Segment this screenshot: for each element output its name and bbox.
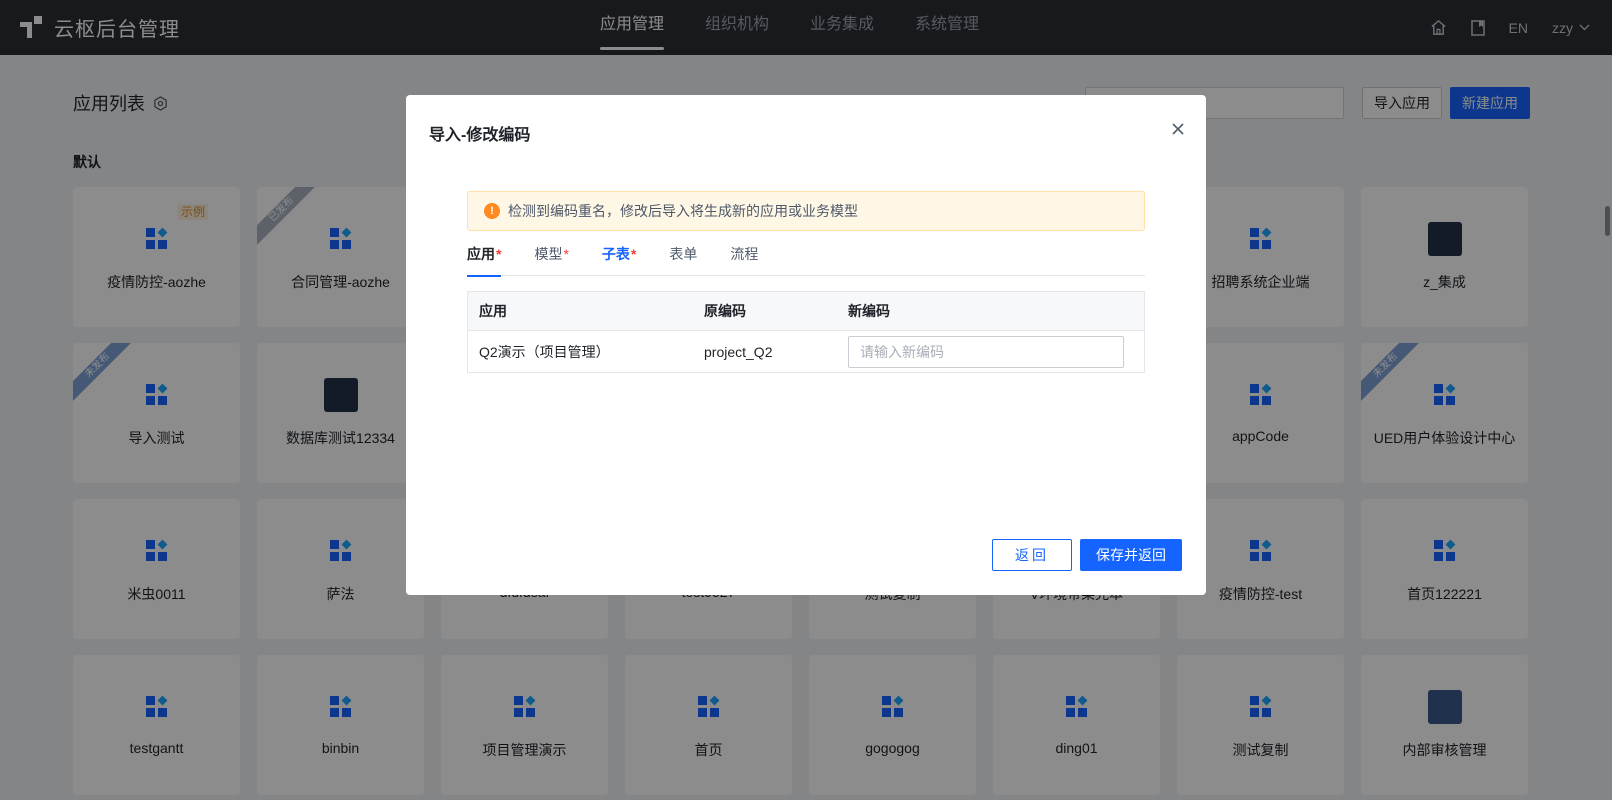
column-header-new-code: 新编码 <box>848 303 890 319</box>
dialog-title: 导入-修改编码 <box>429 127 531 144</box>
table-header: 应用 原编码 新编码 <box>468 292 1144 331</box>
tab-model[interactable]: 模型* <box>534 244 568 276</box>
import-modify-code-dialog: 导入-修改编码 ! 检测到编码重名，修改后导入将生成新的应用或业务模型 应用* … <box>406 95 1206 595</box>
code-table: 应用 原编码 新编码 Q2演示（项目管理） project_Q2 <box>467 291 1145 373</box>
column-header-app: 应用 <box>479 303 507 319</box>
alert-text: 检测到编码重名，修改后导入将生成新的应用或业务模型 <box>508 203 858 219</box>
close-icon[interactable] <box>1170 121 1186 137</box>
column-header-old-code: 原编码 <box>704 303 746 319</box>
save-and-return-button[interactable]: 保存并返回 <box>1080 539 1182 571</box>
cell-old-code: project_Q2 <box>704 343 773 360</box>
table-row: Q2演示（项目管理） project_Q2 <box>468 331 1144 372</box>
warning-alert: ! 检测到编码重名，修改后导入将生成新的应用或业务模型 <box>467 191 1145 231</box>
warning-icon: ! <box>484 203 500 219</box>
cell-app-name: Q2演示（项目管理） <box>479 343 610 360</box>
new-code-input[interactable] <box>848 335 1124 368</box>
tab-app[interactable]: 应用* <box>467 244 502 277</box>
tab-form[interactable]: 表单 <box>669 244 697 276</box>
tab-process[interactable]: 流程 <box>730 244 758 276</box>
back-button[interactable]: 返回 <box>992 539 1072 571</box>
tab-subtable[interactable]: 子表* <box>602 244 636 276</box>
tab-bar: 应用* 模型* 子表* 表单 流程 <box>467 244 1145 277</box>
